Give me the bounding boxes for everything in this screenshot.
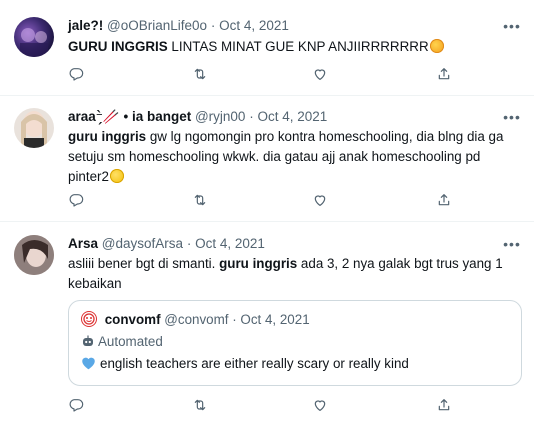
highlight-keyword: guru inggris (68, 129, 147, 144)
quoted-tweet-header: convomf @convomf · Oct 4, 2021 (81, 311, 509, 329)
quoted-tweet[interactable]: convomf @convomf · Oct 4, 2021 Automated… (68, 300, 522, 386)
more-icon[interactable]: ••• (503, 236, 521, 252)
heart-icon[interactable] (310, 190, 330, 210)
separator: · (186, 236, 192, 251)
tweet-actions (60, 395, 460, 415)
more-icon[interactable]: ••• (503, 18, 521, 34)
avatar[interactable] (14, 108, 54, 148)
highlight-keyword: guru inggris (219, 256, 298, 271)
separator: · (249, 109, 254, 124)
tweet-header: Arsa @daysofArsa · Oct 4, 2021 (68, 235, 494, 253)
kiss-face-emoji (429, 39, 444, 53)
quoted-display-name: convomf (104, 312, 161, 327)
tweet[interactable]: araa⁻̗̀🥢 • ia banget @ryjn00 · Oct 4, 20… (0, 96, 534, 222)
tweet-header: jale?! @oOBrianLife0o · Oct 4, 2021 (68, 17, 494, 35)
tweet-text: guru inggris gw lg ngomongin pro kontra … (68, 127, 504, 187)
tweet-actions (60, 190, 460, 210)
tweet-header: araa⁻̗̀🥢 • ia banget @ryjn00 · Oct 4, 20… (68, 108, 494, 126)
quoted-separator: · (232, 312, 237, 327)
handle[interactable]: @oOBrianLife0o (107, 18, 207, 33)
more-glyph: ••• (503, 109, 521, 125)
quoted-tweet-text: english teachers are either really scary… (81, 355, 509, 373)
reply-icon[interactable] (66, 190, 86, 210)
automated-text: Automated (98, 334, 163, 349)
reply-icon[interactable] (66, 64, 86, 84)
avatar-image (21, 111, 47, 148)
quoted-avatar (81, 311, 97, 327)
avatar[interactable] (14, 235, 54, 275)
display-name[interactable]: jale?! (68, 18, 103, 33)
tweet-text-start: asliii bener bgt di smanti. (68, 256, 220, 271)
share-icon[interactable] (434, 190, 454, 210)
tweet-actions (60, 64, 460, 84)
tweet[interactable]: Arsa @daysofArsa · Oct 4, 2021 ••• aslii… (0, 222, 534, 424)
more-glyph: ••• (503, 18, 521, 34)
reply-icon[interactable] (66, 395, 86, 415)
avatar-image (14, 235, 54, 275)
tweet[interactable]: jale?! @oOBrianLife0o · Oct 4, 2021 ••• … (0, 0, 534, 96)
automated-label: Automated (81, 333, 509, 351)
separator: · (210, 18, 216, 33)
tweet-text: asliii bener bgt di smanti. guru inggris… (68, 254, 504, 294)
quoted-text: english teachers are either really scary… (100, 356, 409, 371)
blue-heart-emoji (81, 356, 96, 370)
heart-icon[interactable] (310, 395, 330, 415)
timestamp[interactable]: Oct 4, 2021 (257, 109, 327, 124)
handle[interactable]: @ryjn00 (195, 109, 245, 124)
display-name[interactable]: Arsa (68, 236, 98, 251)
timestamp[interactable]: Oct 4, 2021 (195, 236, 265, 251)
timestamp[interactable]: Oct 4, 2021 (219, 18, 289, 33)
tweet-text: GURU INGGRIS LINTAS MINAT GUE KNP ANJIIR… (68, 37, 512, 57)
avatar[interactable] (14, 17, 54, 57)
retweet-icon[interactable] (190, 395, 210, 415)
quoted-handle: @convomf (164, 312, 229, 327)
heart-icon[interactable] (310, 64, 330, 84)
display-name[interactable]: araa⁻̗̀🥢 • ia banget (68, 109, 191, 124)
handle[interactable]: @daysofArsa (102, 236, 183, 251)
more-glyph: ••• (503, 236, 521, 252)
share-icon[interactable] (434, 395, 454, 415)
share-icon[interactable] (434, 64, 454, 84)
quoted-timestamp: Oct 4, 2021 (240, 312, 310, 327)
grinning-face-emoji (109, 169, 124, 183)
avatar-image (20, 28, 48, 57)
retweet-icon[interactable] (190, 190, 210, 210)
highlight-keyword: GURU INGGRIS (68, 39, 168, 54)
retweet-icon[interactable] (190, 64, 210, 84)
robot-icon (81, 334, 95, 348)
more-icon[interactable]: ••• (503, 109, 521, 125)
tweet-text-rest: LINTAS MINAT GUE KNP ANJIIRRRRRRR (167, 39, 429, 54)
